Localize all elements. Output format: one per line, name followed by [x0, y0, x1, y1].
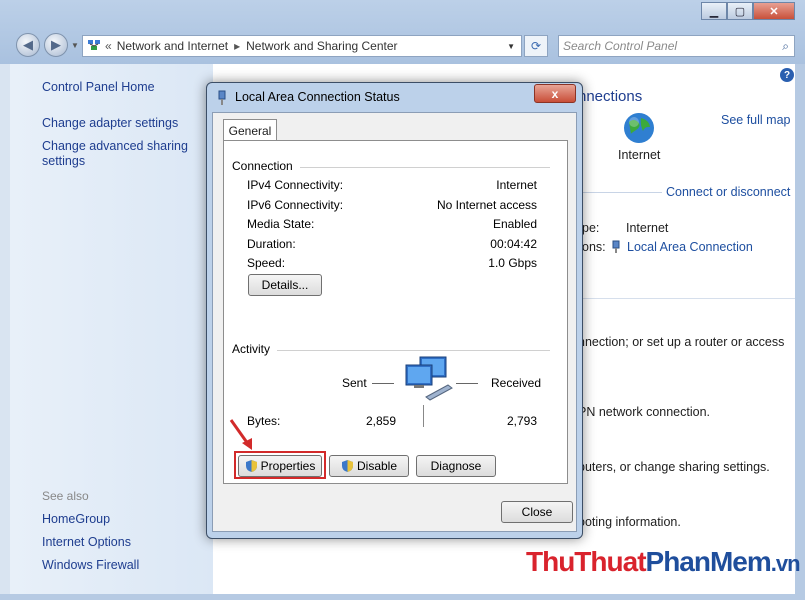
- network-folder-icon: [87, 38, 101, 55]
- breadcrumb-network-and-internet[interactable]: Network and Internet: [117, 39, 228, 53]
- homegroup-link[interactable]: HomeGroup: [42, 512, 110, 527]
- access-type-label: pe:: [582, 221, 600, 235]
- received-label: Received: [491, 376, 542, 390]
- network-adapter-icon: [216, 90, 228, 109]
- change-advanced-sharing-link[interactable]: Change advanced sharing settings: [42, 139, 192, 169]
- watermark-part1: ThuThuat: [526, 546, 647, 577]
- properties-button[interactable]: Properties: [238, 455, 322, 477]
- disable-button[interactable]: Disable: [329, 455, 409, 477]
- close-icon: x: [551, 86, 559, 101]
- search-icon[interactable]: ⌕: [782, 39, 789, 54]
- window-frame-bottom: [0, 594, 805, 600]
- uac-shield-icon: [245, 460, 257, 472]
- bytes-divider: [423, 405, 424, 427]
- bytes-received-value: 2,793: [506, 414, 537, 428]
- local-area-connection-status-dialog: Local Area Connection Status x General C…: [206, 82, 583, 539]
- section-divider: [277, 350, 550, 351]
- refresh-icon: ⟳: [530, 39, 542, 53]
- received-line: [456, 383, 478, 384]
- address-dropdown-icon[interactable]: ▼: [507, 42, 515, 51]
- details-button[interactable]: Details...: [248, 274, 322, 296]
- recent-pages-dropdown-icon[interactable]: ▼: [71, 41, 79, 50]
- search-input[interactable]: Search Control Panel ⌕: [558, 35, 795, 57]
- ipv4-connectivity-label: IPv4 Connectivity:: [247, 178, 344, 192]
- divider: [578, 192, 662, 193]
- close-window-button[interactable]: ✕: [753, 2, 795, 20]
- address-bar[interactable]: « Network and Internet ▸ Network and Sha…: [82, 35, 522, 57]
- activity-section-heading: Activity: [232, 342, 271, 356]
- windows-firewall-link[interactable]: Windows Firewall: [42, 558, 139, 573]
- dialog-close-button[interactable]: x: [534, 84, 576, 103]
- uac-shield-icon: [341, 460, 353, 472]
- search-placeholder: Search Control Panel: [563, 39, 678, 53]
- task-troubleshoot-text[interactable]: ooting information.: [578, 515, 681, 529]
- watermark-part3: .vn: [770, 551, 801, 576]
- media-state-value: Enabled: [492, 217, 537, 231]
- duration-value: 00:04:42: [490, 237, 537, 251]
- access-type-value: Internet: [626, 221, 669, 235]
- bytes-sent-value: 2,859: [365, 414, 396, 428]
- forward-arrow-icon: ▶: [51, 37, 61, 52]
- dialog-body: General Connection IPv4 Connectivity: In…: [212, 112, 577, 532]
- properties-label: Properties: [260, 459, 316, 473]
- task-vpn-text[interactable]: PN network connection.: [578, 405, 710, 419]
- see-full-map-link[interactable]: See full map: [721, 113, 790, 127]
- control-panel-home-link[interactable]: Control Panel Home: [42, 80, 155, 95]
- general-tab-panel: Connection IPv4 Connectivity: Internet I…: [223, 140, 568, 484]
- window-frame-right: [795, 64, 805, 600]
- sent-label: Sent: [342, 376, 367, 390]
- change-adapter-settings-link[interactable]: Change adapter settings: [42, 116, 178, 131]
- divider: [578, 298, 795, 299]
- ipv6-connectivity-label: IPv6 Connectivity:: [247, 198, 344, 212]
- back-arrow-icon: ◀: [23, 37, 33, 52]
- refresh-button[interactable]: ⟳: [524, 35, 548, 57]
- connection-section-heading: Connection: [232, 159, 293, 173]
- diagnose-button[interactable]: Diagnose: [416, 455, 496, 477]
- connect-or-disconnect-link[interactable]: Connect or disconnect: [666, 185, 790, 199]
- back-button[interactable]: ◀: [16, 33, 40, 57]
- watermark-logo: ThuThuatPhanMem.vn: [526, 546, 801, 578]
- see-also-heading: See also: [42, 489, 89, 503]
- speed-label: Speed:: [247, 256, 286, 270]
- connections-label: ons:: [582, 240, 606, 254]
- duration-label: Duration:: [247, 237, 296, 251]
- annotation-arrow-icon: [229, 419, 252, 450]
- ipv6-connectivity-value: No Internet access: [436, 198, 537, 212]
- ipv4-connectivity-value: Internet: [496, 178, 537, 192]
- window-controls: ▁ ▢ ✕: [701, 2, 795, 20]
- close-button[interactable]: Close: [501, 501, 573, 523]
- forward-button[interactable]: ▶: [44, 33, 68, 57]
- tab-general[interactable]: General: [223, 119, 277, 141]
- breadcrumb-network-sharing-center[interactable]: Network and Sharing Center: [246, 39, 397, 53]
- task-setup-connection-text[interactable]: nnection; or set up a router or access: [578, 335, 784, 349]
- disable-label: Disable: [356, 459, 398, 473]
- internet-options-link[interactable]: Internet Options: [42, 535, 131, 550]
- main-heading-fragment: nnections: [578, 88, 643, 105]
- maximize-button[interactable]: ▢: [727, 2, 753, 20]
- minimize-button[interactable]: ▁: [701, 2, 727, 20]
- speed-value: 1.0 Gbps: [488, 256, 537, 270]
- sent-line: [372, 383, 394, 384]
- breadcrumb-chevron-icon: ▸: [234, 39, 241, 53]
- task-sharing-text[interactable]: puters, or change sharing settings.: [578, 460, 770, 474]
- dialog-title: Local Area Connection Status: [235, 90, 400, 104]
- section-divider: [300, 167, 550, 168]
- internet-label: Internet: [618, 148, 661, 162]
- local-area-connection-link[interactable]: Local Area Connection: [627, 240, 753, 254]
- breadcrumb-separator: «: [105, 39, 112, 53]
- media-state-label: Media State:: [247, 217, 315, 231]
- help-icon[interactable]: ?: [780, 68, 794, 82]
- watermark-part2: PhanMem: [645, 546, 772, 577]
- network-computers-icon: [404, 355, 456, 406]
- internet-globe-icon: [623, 112, 655, 147]
- ethernet-plug-icon: [610, 240, 622, 257]
